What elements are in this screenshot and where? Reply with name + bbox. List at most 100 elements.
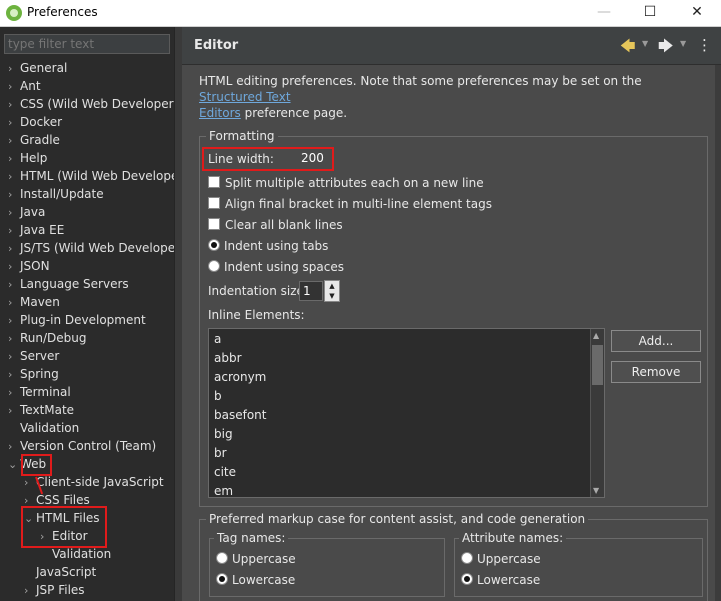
- clear-blank-lines-option[interactable]: Clear all blank lines: [208, 218, 343, 232]
- tree-item[interactable]: › Plug-in Development: [8, 311, 146, 329]
- list-item[interactable]: big: [214, 425, 233, 444]
- chevron-right-icon[interactable]: ›: [8, 114, 20, 132]
- remove-button[interactable]: Remove: [611, 361, 701, 383]
- scroll-down-icon[interactable]: ▼: [593, 486, 599, 495]
- tree-item[interactable]: › Install/Update: [8, 185, 104, 203]
- list-item[interactable]: a: [214, 330, 221, 349]
- inline-elements-list[interactable]: a abbr acronym b basefont big br cite em ▲ ▼: [208, 328, 605, 498]
- list-item[interactable]: abbr: [214, 349, 242, 368]
- tree-item[interactable]: › CSS (Wild Web Developer): [8, 95, 178, 113]
- chevron-right-icon[interactable]: ›: [8, 204, 20, 222]
- split-attributes-option[interactable]: Split multiple attributes each on a new …: [208, 176, 484, 190]
- tree-item[interactable]: › JS/TS (Wild Web Developer: [8, 239, 180, 257]
- attr-lowercase-option[interactable]: Lowercase: [461, 573, 540, 587]
- indent-spaces-option[interactable]: Indent using spaces: [208, 260, 344, 274]
- attr-uppercase-radio[interactable]: [461, 552, 473, 564]
- chevron-right-icon[interactable]: ›: [8, 348, 20, 366]
- scrollbar-thumb[interactable]: [592, 345, 603, 385]
- tag-lowercase-radio[interactable]: [216, 573, 228, 585]
- tree-item-label: Gradle: [20, 133, 60, 147]
- spin-down-icon[interactable]: ▼: [325, 291, 339, 301]
- chevron-down-icon[interactable]: ⌄: [8, 456, 20, 474]
- attr-lowercase-radio[interactable]: [461, 573, 473, 585]
- back-arrow-icon[interactable]: 🡄: [620, 36, 636, 61]
- spin-up-icon[interactable]: ▲: [325, 281, 339, 291]
- add-button[interactable]: Add...: [611, 330, 701, 352]
- splitter[interactable]: [174, 27, 182, 601]
- indent-spaces-radio[interactable]: [208, 260, 220, 272]
- list-item[interactable]: acronym: [214, 368, 266, 387]
- tag-uppercase-radio[interactable]: [216, 552, 228, 564]
- chevron-right-icon[interactable]: ›: [8, 294, 20, 312]
- scroll-up-icon[interactable]: ▲: [593, 331, 599, 340]
- tree-item[interactable]: › JSP Files: [24, 581, 85, 599]
- close-icon[interactable]: ✕: [674, 0, 720, 26]
- list-item[interactable]: em: [214, 482, 233, 497]
- list-item[interactable]: cite: [214, 463, 236, 482]
- filter-input[interactable]: [4, 34, 170, 54]
- page-scrollbar[interactable]: [715, 65, 721, 601]
- minimize-icon[interactable]: —: [581, 0, 627, 26]
- tree-item[interactable]: › HTML (Wild Web Develope: [8, 167, 178, 185]
- tree-item[interactable]: › Java: [8, 203, 45, 221]
- tree-item[interactable]: › General: [8, 59, 67, 77]
- forward-arrow-icon[interactable]: 🡆: [658, 36, 674, 61]
- tree-item[interactable]: › Server: [8, 347, 59, 365]
- maximize-icon[interactable]: ☐: [627, 0, 673, 26]
- chevron-right-icon[interactable]: ›: [8, 258, 20, 276]
- chevron-right-icon[interactable]: ›: [8, 168, 20, 186]
- attr-uppercase-option[interactable]: Uppercase: [461, 552, 541, 566]
- tree-item[interactable]: › Java EE: [8, 221, 64, 239]
- chevron-right-icon[interactable]: ›: [8, 276, 20, 294]
- tag-uppercase-option[interactable]: Uppercase: [216, 552, 296, 566]
- chevron-right-icon[interactable]: ›: [8, 366, 20, 384]
- align-bracket-checkbox[interactable]: [208, 197, 220, 209]
- tree-item[interactable]: › Language Servers: [8, 275, 129, 293]
- tree-item[interactable]: › JSON: [8, 257, 50, 275]
- split-attributes-checkbox[interactable]: [208, 176, 220, 188]
- tree-item[interactable]: › TextMate: [8, 401, 74, 419]
- indentation-size-input[interactable]: 1: [299, 281, 323, 301]
- list-item[interactable]: br: [214, 444, 227, 463]
- list-item[interactable]: basefont: [214, 406, 266, 425]
- chevron-right-icon[interactable]: ›: [8, 96, 20, 114]
- indentation-size-spinner[interactable]: ▲ ▼: [324, 280, 340, 302]
- tree-item[interactable]: › Help: [8, 149, 47, 167]
- forward-dropdown-icon[interactable]: ▼: [680, 39, 686, 48]
- tree-item[interactable]: › Ant: [8, 77, 41, 95]
- align-bracket-label: Align final bracket in multi-line elemen…: [225, 197, 492, 211]
- tree-item[interactable]: › Terminal: [8, 383, 71, 401]
- editors-link[interactable]: Editors: [199, 106, 241, 120]
- list-item[interactable]: b: [214, 387, 222, 406]
- tree-item[interactable]: › Docker: [8, 113, 62, 131]
- back-dropdown-icon[interactable]: ▼: [642, 39, 648, 48]
- chevron-right-icon[interactable]: ›: [8, 312, 20, 330]
- chevron-right-icon[interactable]: ›: [8, 438, 20, 456]
- clear-blank-lines-checkbox[interactable]: [208, 218, 220, 230]
- tree-item[interactable]: › Run/Debug: [8, 329, 87, 347]
- chevron-right-icon[interactable]: ›: [8, 384, 20, 402]
- chevron-right-icon[interactable]: ›: [8, 60, 20, 78]
- chevron-right-icon[interactable]: ›: [8, 330, 20, 348]
- chevron-right-icon[interactable]: ›: [8, 78, 20, 96]
- chevron-right-icon[interactable]: ›: [8, 150, 20, 168]
- chevron-right-icon[interactable]: ›: [8, 186, 20, 204]
- chevron-right-icon[interactable]: ›: [8, 402, 20, 420]
- tree-item[interactable]: › Maven: [8, 293, 60, 311]
- tree-item[interactable]: › Version Control (Team): [8, 437, 156, 455]
- structured-text-link[interactable]: Structured Text: [199, 90, 291, 104]
- tag-lowercase-option[interactable]: Lowercase: [216, 573, 295, 587]
- chevron-right-icon[interactable]: ›: [8, 132, 20, 150]
- view-menu-icon[interactable]: ⋮: [697, 36, 712, 54]
- inline-list-scrollbar[interactable]: ▲ ▼: [590, 329, 604, 497]
- tree-item[interactable]: Validation: [8, 419, 79, 437]
- chevron-right-icon[interactable]: ›: [8, 240, 20, 258]
- indent-tabs-radio[interactable]: [208, 239, 220, 251]
- tree-item[interactable]: JavaScript: [24, 563, 96, 581]
- indent-tabs-option[interactable]: Indent using tabs: [208, 239, 328, 253]
- chevron-right-icon[interactable]: ›: [24, 582, 36, 600]
- align-bracket-option[interactable]: Align final bracket in multi-line elemen…: [208, 197, 492, 211]
- tree-item[interactable]: › Spring: [8, 365, 59, 383]
- chevron-right-icon[interactable]: ›: [8, 222, 20, 240]
- tree-item[interactable]: › Gradle: [8, 131, 60, 149]
